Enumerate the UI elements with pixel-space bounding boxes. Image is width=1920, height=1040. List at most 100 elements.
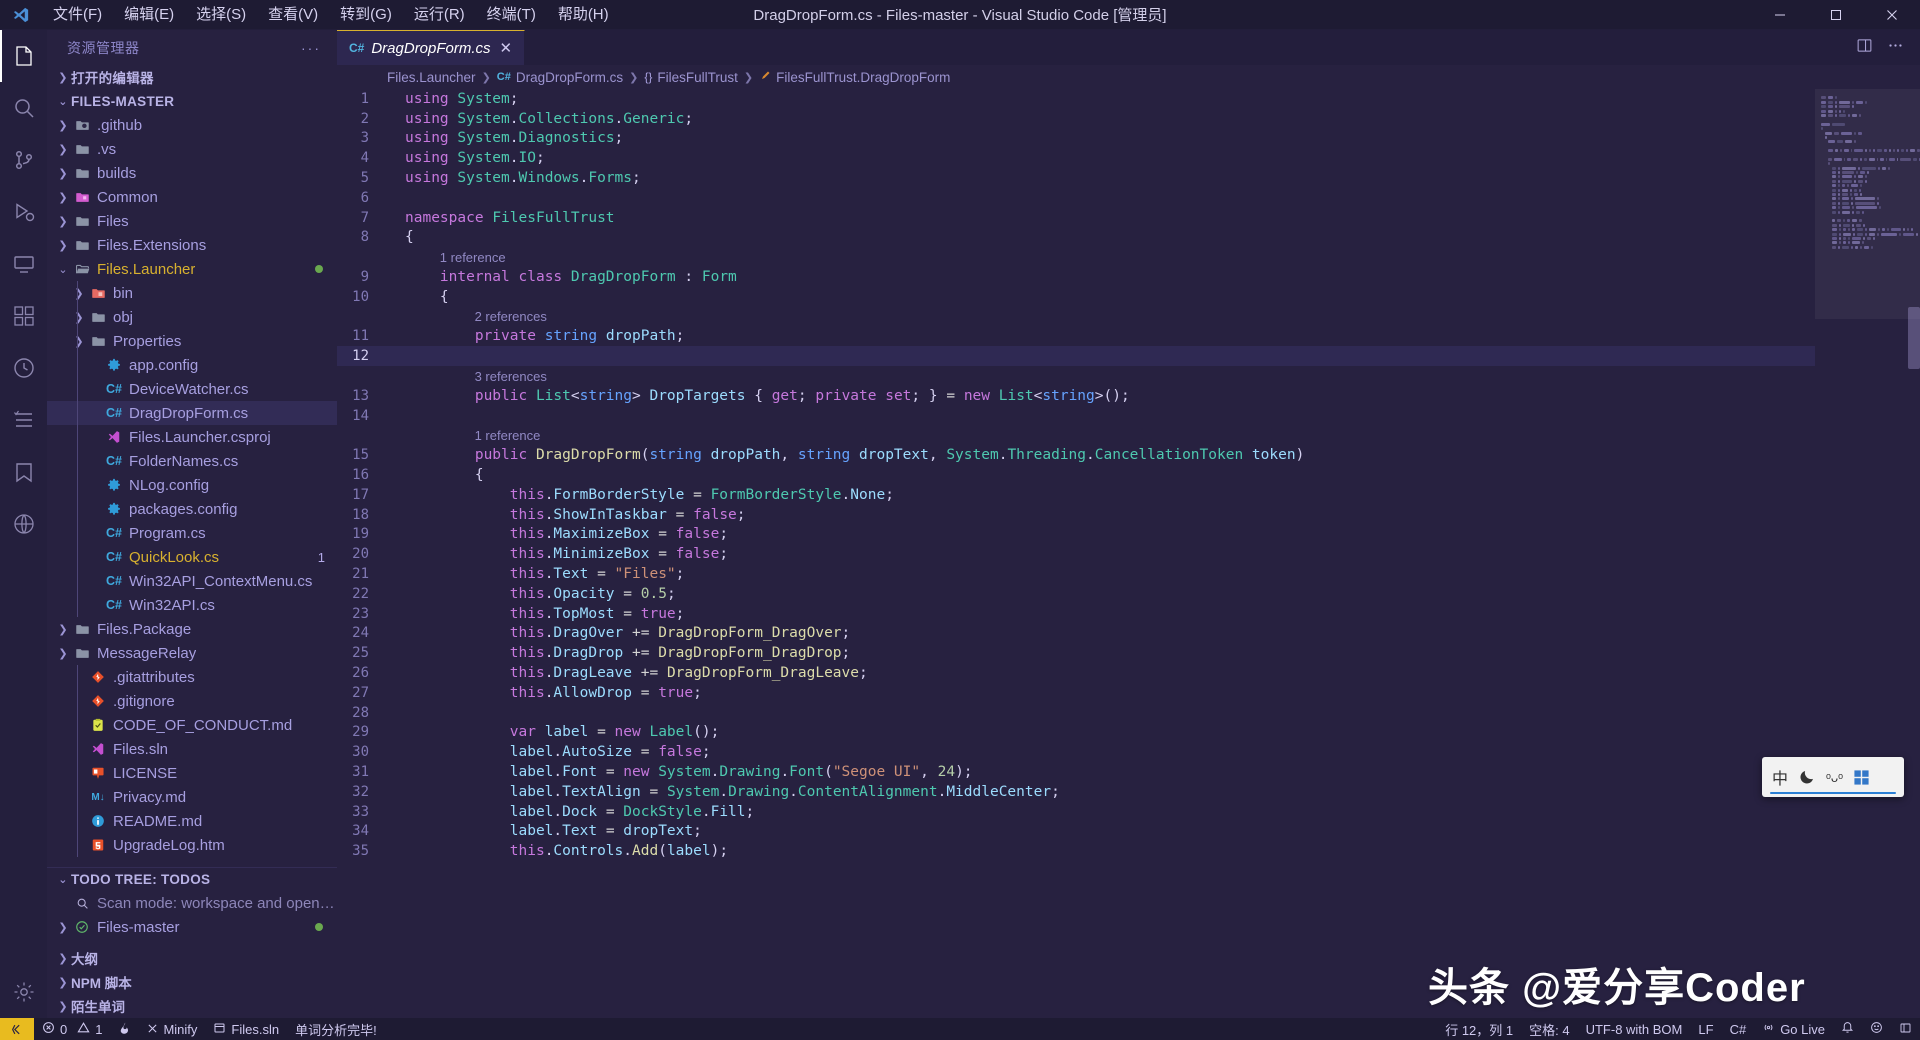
tree-item-files[interactable]: ❯Files	[47, 209, 337, 233]
cursor-position-button[interactable]: 行 12，列 1	[1437, 1018, 1521, 1040]
code-text[interactable]: this.MaximizeBox = false;	[391, 526, 728, 542]
code-text[interactable]: this.DragOver += DragDropForm_DragOver;	[391, 625, 850, 641]
chevron-right-icon[interactable]: ❯	[55, 191, 71, 204]
code-text[interactable]: private string dropPath;	[391, 328, 684, 344]
tree-item-foldernames-cs[interactable]: C#FolderNames.cs	[47, 449, 337, 473]
menu-view[interactable]: 查看(V)	[257, 0, 329, 30]
minimize-button[interactable]	[1752, 0, 1808, 30]
tree-item--gitattributes[interactable]: .gitattributes	[47, 665, 337, 689]
menu-edit[interactable]: 编辑(E)	[113, 0, 185, 30]
todo-scan-mode-row[interactable]: Scan mode: workspace and open files	[47, 891, 337, 915]
code-lens[interactable]: 1 reference	[337, 247, 1815, 267]
tree-item--vs[interactable]: ❯.vs	[47, 137, 337, 161]
tree-item-upgradelog-htm[interactable]: UpgradeLog.htm	[47, 833, 337, 857]
tree-item-packages-config[interactable]: packages.config	[47, 497, 337, 521]
feedback-button[interactable]	[1862, 1018, 1891, 1040]
code-lens[interactable]: 2 references	[337, 307, 1815, 327]
code-text[interactable]: label.Text = dropText;	[391, 823, 702, 839]
code-scroll-area[interactable]: 1using System;2using System.Collections.…	[337, 89, 1815, 1018]
chevron-right-icon[interactable]: ❯	[55, 239, 71, 252]
breadcrumb[interactable]: Files.Launcher ❯ C# DragDropForm.cs ❯ {}…	[337, 65, 1920, 89]
chevron-right-icon[interactable]: ❯	[55, 143, 71, 156]
remote-explorer-icon[interactable]	[0, 238, 47, 290]
editor-tabs[interactable]: C# DragDropForm.cs ✕	[337, 30, 1920, 65]
code-text[interactable]: {	[391, 289, 449, 305]
open-editors-section[interactable]: ❯ 打开的编辑器	[47, 65, 337, 89]
chevron-right-icon[interactable]: ❯	[55, 623, 71, 636]
breadcrumb-item-folder[interactable]: Files.Launcher	[387, 70, 476, 85]
tree-item-bin[interactable]: ❯bin	[47, 281, 337, 305]
code-line[interactable]: 35 this.Controls.Add(label);	[337, 841, 1815, 861]
code-text[interactable]: this.TopMost = true;	[391, 606, 684, 622]
code-lens-label[interactable]: 3 references	[391, 369, 547, 384]
code-line[interactable]: 29 var label = new Label();	[337, 723, 1815, 743]
moon-icon[interactable]	[1798, 768, 1816, 786]
code-line[interactable]: 5using System.Windows.Forms;	[337, 168, 1815, 188]
code-lens[interactable]: 3 references	[337, 366, 1815, 386]
tree-item-devicewatcher-cs[interactable]: C#DeviceWatcher.cs	[47, 377, 337, 401]
code-line[interactable]: 31 label.Font = new System.Drawing.Font(…	[337, 762, 1815, 782]
code-text[interactable]: label.TextAlign = System.Drawing.Content…	[391, 784, 1060, 800]
grid-icon[interactable]	[1853, 769, 1870, 786]
code-text[interactable]: label.AutoSize = false;	[391, 744, 711, 760]
solution-button[interactable]: Files.sln	[205, 1018, 287, 1040]
menu-go[interactable]: 转到(G)	[329, 0, 403, 30]
more-actions-icon[interactable]	[1887, 37, 1904, 59]
menu-run[interactable]: 运行(R)	[403, 0, 476, 30]
analysis-message[interactable]: 单词分析完毕!	[287, 1018, 385, 1040]
code-text[interactable]: using System.IO;	[391, 150, 545, 166]
code-text[interactable]: public DragDropForm(string dropPath, str…	[391, 447, 1304, 463]
tree-item-code-of-conduct-md[interactable]: CODE_OF_CONDUCT.md	[47, 713, 337, 737]
code-text[interactable]: public List<string> DropTargets { get; p…	[391, 388, 1130, 404]
tab-dragdropform[interactable]: C# DragDropForm.cs ✕	[337, 30, 525, 65]
code-lens[interactable]: 1 reference	[337, 426, 1815, 446]
code-line[interactable]: 7namespace FilesFullTrust	[337, 208, 1815, 228]
maximize-button[interactable]	[1808, 0, 1864, 30]
remote-indicator-button[interactable]	[0, 1018, 34, 1040]
code-line[interactable]: 33 label.Dock = DockStyle.Fill;	[337, 802, 1815, 822]
code-text[interactable]: this.Controls.Add(label);	[391, 843, 728, 859]
ime-emoji-icon[interactable]: ᵒᴗᵒ	[1826, 770, 1843, 785]
code-line[interactable]: 19 this.MaximizeBox = false;	[337, 525, 1815, 545]
code-editor[interactable]: 1using System;2using System.Collections.…	[337, 89, 1920, 1018]
test-icon[interactable]	[0, 342, 47, 394]
tree-item-files-extensions[interactable]: ❯Files.Extensions	[47, 233, 337, 257]
todo-tree-section[interactable]: ⌄ TODO TREE: TODOS	[47, 867, 337, 891]
workspace-section[interactable]: ⌄ FILES-MASTER	[47, 89, 337, 113]
tree-item-app-config[interactable]: app.config	[47, 353, 337, 377]
chevron-right-icon[interactable]: ❯	[71, 335, 87, 348]
code-line[interactable]: 30 label.AutoSize = false;	[337, 742, 1815, 762]
code-line[interactable]: 9 internal class DragDropForm : Form	[337, 267, 1815, 287]
bookmarks-icon[interactable]	[0, 446, 47, 498]
code-text[interactable]: this.ShowInTaskbar = false;	[391, 507, 746, 523]
tree-item-common[interactable]: ❯Common	[47, 185, 337, 209]
status-bar[interactable]: 0 1 Minify Files.sln 单词分析完毕! 行 12，列 1 空格…	[0, 1018, 1920, 1040]
encoding-button[interactable]: UTF-8 with BOM	[1578, 1018, 1691, 1040]
code-text[interactable]: using System;	[391, 91, 519, 107]
settings-gear-icon[interactable]	[0, 966, 47, 1018]
tree-item--gitignore[interactable]: .gitignore	[47, 689, 337, 713]
code-text[interactable]: this.MinimizeBox = false;	[391, 546, 728, 562]
split-editor-icon[interactable]	[1856, 37, 1873, 59]
code-line[interactable]: 8{	[337, 228, 1815, 248]
code-line[interactable]: 1using System;	[337, 89, 1815, 109]
tab-close-icon[interactable]: ✕	[498, 39, 515, 57]
outline-section[interactable]: ❯ 大纲	[47, 946, 337, 970]
code-text[interactable]: this.DragLeave += DragDropForm_DragLeave…	[391, 665, 868, 681]
chevron-right-icon[interactable]: ❯	[55, 167, 71, 180]
layout-button[interactable]	[1891, 1018, 1920, 1040]
problems-button[interactable]: 0 1	[34, 1018, 110, 1040]
code-line[interactable]: 25 this.DragDrop += DragDropForm_DragDro…	[337, 643, 1815, 663]
code-line[interactable]: 14	[337, 406, 1815, 426]
code-line[interactable]: 27 this.AllowDrop = true;	[337, 683, 1815, 703]
code-line[interactable]: 23 this.TopMost = true;	[337, 604, 1815, 624]
code-line[interactable]: 24 this.DragOver += DragDropForm_DragOve…	[337, 624, 1815, 644]
chevron-right-icon[interactable]: ❯	[71, 287, 87, 300]
code-line[interactable]: 34 label.Text = dropText;	[337, 821, 1815, 841]
code-text[interactable]: var label = new Label();	[391, 724, 719, 740]
tree-item-win32api-cs[interactable]: C#Win32API.cs	[47, 593, 337, 617]
code-line[interactable]: 4using System.IO;	[337, 148, 1815, 168]
code-text[interactable]: using System.Windows.Forms;	[391, 170, 641, 186]
code-text[interactable]: using System.Collections.Generic;	[391, 111, 693, 127]
chevron-right-icon[interactable]: ❯	[55, 921, 71, 934]
